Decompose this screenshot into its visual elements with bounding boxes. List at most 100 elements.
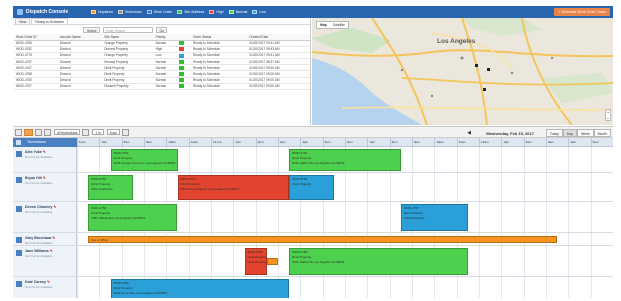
grid-line [501,277,503,298]
grid-line [278,202,279,232]
map-type-map[interactable]: Map [317,22,330,28]
schedule-event[interactable]: WOD-4758 Dimit Property Dimit Property [244,248,267,275]
edit-pencil-icon[interactable]: ✎ [52,236,55,240]
schedule-event[interactable]: WOD-4760 Dimit Property 8120 Grove Ave, Lo… [110,279,290,298]
grid-line [166,173,168,201]
created-date: 01/20/2017 09:00 AM [247,83,310,91]
grid-line [233,202,235,232]
technician-timeline[interactable]: WOD-4758 Dimit Property Dimit Property WOD-… [77,246,613,276]
prev-day-icon[interactable]: ◀ [465,130,473,136]
technician-cell[interactable]: Alex Yuke✎ Not Out for Available [13,147,77,172]
map-pin-icon[interactable] [483,88,486,91]
schedule-event[interactable]: WOD-4751 Dimit Property 1234 Orange Tree A… [110,149,178,171]
schedule-event[interactable]: WOD-4752 Dimit Property 5741 Harbor St, Lo… [289,149,401,171]
zoom-select[interactable]: 1 hr [92,129,104,135]
map-zoom-control[interactable]: + − [605,109,611,121]
start-time-select[interactable]: 8 am [106,129,120,135]
grid-line [345,277,346,298]
event-text: 1203 Rose Ave [403,216,425,220]
technician-status: Not Out for Available [25,155,53,159]
grid-line [389,202,391,232]
tab-ready-to-schedule[interactable]: Ready to Schedule [31,18,68,24]
schedule-tasks-button[interactable]: + Schedule Work Order Tasks [554,8,610,16]
schedule-event[interactable]: WOD-4756 Dimit Property 7057 Hillside Rd, … [88,204,178,231]
technician-cell[interactable]: Bryan Hill✎ Not Out for Available [13,173,77,201]
schedule-event[interactable]: WOD-4755 Dimit Property [289,175,334,200]
technician-avatar-icon [16,206,22,212]
legend-label: Technician [124,10,142,14]
technician-timeline[interactable]: WOD-4751 Dimit Property 1234 Orange Tree A… [77,147,613,172]
edit-pencil-icon[interactable]: ✎ [47,280,50,284]
event-text: 8120 Grove Ave, Los Angeles CA 90034 [113,291,167,295]
technician-status: Not Out for Available [25,241,53,245]
view-day-button[interactable]: Day [562,129,577,137]
time-tick: 12am [479,138,501,147]
technician-cell[interactable]: Devon Charnley✎ Not Out for Available [13,202,77,232]
settings-icon[interactable] [44,128,51,136]
schedule-event[interactable]: WOD-4759 Dimit Property 2101 Harbor St, Lo… [289,248,468,275]
schedule-event[interactable]: WOD-4754 Dimit Property 5879 Grey Ridge Dr… [177,175,290,200]
legend-label: Site Address [184,10,205,14]
technician-row: Kate Carney✎ Not Out for Available WOD-476… [13,277,613,298]
technician-status: Not Out for Available [25,181,53,185]
grid-line [568,277,570,298]
grid-line [255,202,257,232]
technician-avatar-icon [16,151,22,157]
edit-pencil-icon[interactable]: ✎ [43,150,46,154]
time-tick: 4pm [300,138,322,147]
map-type-satellite[interactable]: Satellite [330,22,348,28]
technician-cell[interactable]: Jane Williams✎ Not Out for Available [13,246,77,276]
technician-timeline[interactable]: Out of Office [77,233,613,245]
view-week-button[interactable]: Week [576,129,594,137]
edit-pencil-icon[interactable]: ✎ [53,205,56,209]
grid-line [77,173,78,201]
technician-cell[interactable]: Kate Carney✎ Not Out for Available [13,277,77,298]
filter-icon[interactable] [24,128,33,136]
schedule-event[interactable] [266,258,278,265]
edit-pencil-icon[interactable]: ✎ [50,249,53,253]
schedule-event[interactable]: WOD-4757 Dimit Property 1203 Rose Ave [400,204,468,231]
grid-line [121,246,123,276]
search-icon[interactable] [82,128,90,136]
grid-line [389,277,391,298]
technician-cell[interactable]: Gary Brochawa✎ Not Out for Available [13,233,77,245]
technician-row: Alex Yuke✎ Not Out for Available WOD-4751 D… [13,147,613,173]
grid-line [300,277,302,298]
grid-line [546,147,547,172]
technician-group-select[interactable]: All technicians [54,129,81,135]
apply-icon[interactable] [121,128,129,136]
edit-pencil-icon[interactable]: ✎ [43,176,46,180]
time-tick: 2am [523,138,546,147]
schedule-event[interactable]: Out of Office [88,236,558,243]
top-bar: Dispatch Console Unpaired Technician Work … [13,6,613,18]
map-pin-icon[interactable] [487,68,490,71]
tab-view[interactable]: View [15,18,31,24]
technician-timeline[interactable]: WOD-4756 Dimit Property 7057 Hillside Rd, … [77,202,613,232]
time-tick: 1pm [233,138,255,147]
refresh-icon[interactable] [35,128,42,136]
technician-timeline[interactable]: WOD-4753 Dimit Property 4510 Grand Ave WOD-… [77,173,613,201]
technician-timeline[interactable]: WOD-4760 Dimit Property 8120 Grove Ave, Lo… [77,277,613,298]
select-button[interactable]: Select [83,26,101,33]
grid-line [434,147,436,172]
orders-table: Work Order ID Account Name Site Name Priori… [14,34,310,91]
grid-line [434,173,436,201]
grid-line [546,277,547,298]
app-frame: Dispatch Console Unpaired Technician Work … [13,6,613,298]
schedule-event[interactable]: WOD-4753 Dimit Property 4510 Grand Ave [88,175,133,200]
map-pin-icon[interactable] [475,64,478,67]
orders-tabs: View Ready to Schedule [13,18,310,25]
table-row[interactable]: WOD-4757 Dimond Dimsmit Property Normal Read… [14,83,310,91]
order-id: WOD-4757 [14,83,58,91]
map-panel[interactable]: Map Satellite Los Angeles + − [312,18,613,125]
grid-line [546,246,547,276]
search-input[interactable]: Enter Search [103,26,154,33]
time-tick: 4am [568,138,590,147]
go-button[interactable]: Go [156,26,167,33]
view-today-button[interactable]: Today [545,129,563,137]
time-tick: 1am [501,138,523,147]
view-month-button[interactable]: Month [593,129,611,137]
priority-swatch [179,59,185,64]
scheduler-rows: Alex Yuke✎ Not Out for Available WOD-4751 D… [13,147,613,298]
help-icon[interactable] [15,128,22,136]
